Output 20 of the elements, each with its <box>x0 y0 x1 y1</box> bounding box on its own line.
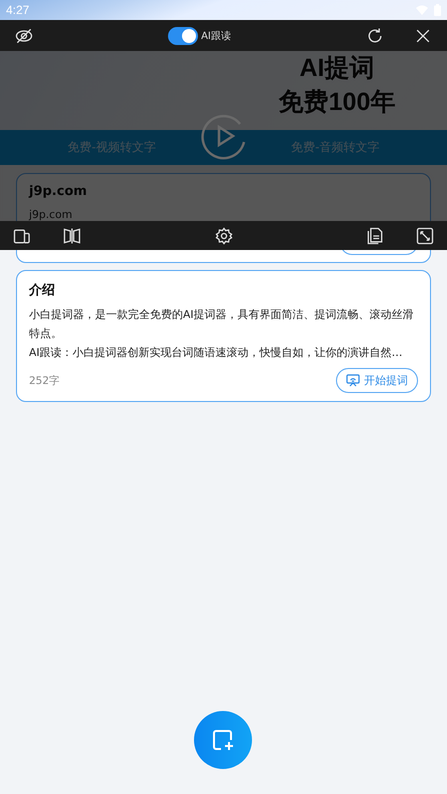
script-card[interactable]: 介绍 小白提词器，是一款完全免费的AI提词器，具有界面简洁、提词流畅、滚动丝滑特点。 AI跟读：小白提词器创新实现台词随语速滚动，快慢自如，让你的演讲自然… 252字 开始提词 <box>16 270 431 402</box>
add-icon <box>210 727 236 753</box>
start-button[interactable]: 开始提词 <box>336 368 418 393</box>
ai-follow-label: AI跟读 <box>201 30 231 42</box>
settings-icon[interactable] <box>214 226 234 246</box>
script-preview: 小白提词器，是一款完全免费的AI提词器，具有界面简洁、提词流畅、滚动丝滑特点。 <box>29 307 415 342</box>
ai-follow-toggle[interactable] <box>168 26 198 44</box>
status-time: 4:27 <box>6 3 30 17</box>
play-icon[interactable] <box>200 112 248 160</box>
script-title: j9p.com <box>29 184 88 199</box>
expand-icon[interactable] <box>415 226 435 246</box>
document-icon[interactable] <box>365 226 385 246</box>
script-preview: AI跟读：小白提词器创新实现台词随语速滚动，快慢自如，让你的演讲自然… <box>29 345 404 361</box>
banner-subline: 免费100年 <box>278 87 396 118</box>
word-count: 252字 <box>29 374 60 388</box>
script-title: 介绍 <box>29 282 56 299</box>
screen-icon <box>346 374 360 387</box>
script-preview: j9p.com <box>29 207 74 223</box>
banner-headline: AI提词 <box>298 53 376 84</box>
mirror-icon[interactable] <box>62 226 82 246</box>
